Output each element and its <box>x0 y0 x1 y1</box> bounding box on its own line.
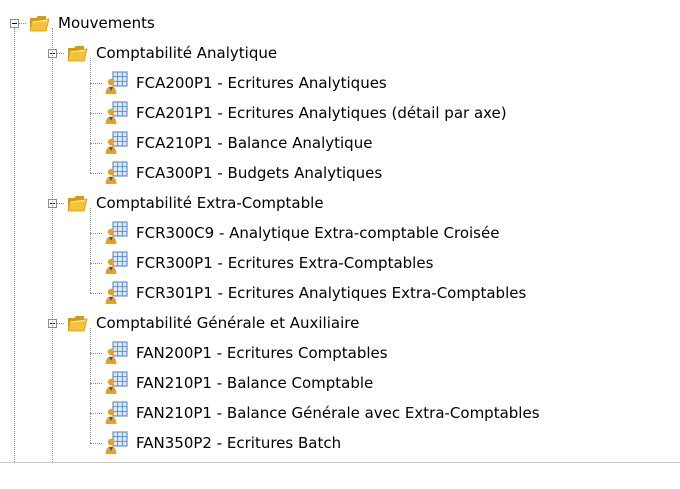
tree-connector <box>90 263 102 264</box>
tree-node-item[interactable]: FAN200P1 - Ecritures Comptables <box>104 338 390 368</box>
tree-connector <box>90 173 102 174</box>
tree-connector <box>90 83 102 84</box>
node-label: FCR300C9 - Analytique Extra-comptable Cr… <box>136 224 500 242</box>
report-icon <box>104 400 128 426</box>
tree-connector <box>90 328 91 443</box>
tree-connector <box>90 208 91 293</box>
node-label: Comptabilité Générale et Auxiliaire <box>96 314 360 332</box>
tree-node-group[interactable]: Comptabilité Générale et Auxiliaire <box>66 308 361 338</box>
folder-open-icon <box>28 12 50 34</box>
node-label: Comptabilité Extra-Comptable <box>96 194 324 212</box>
tree-node-group[interactable]: Comptabilité Analytique <box>66 38 279 68</box>
tree-node-root[interactable]: Mouvements <box>28 8 157 38</box>
report-icon <box>104 70 128 96</box>
tree-node-item[interactable]: FCA201P1 - Ecritures Analytiques (détail… <box>104 98 509 128</box>
tree-connector <box>90 383 102 384</box>
tree-node-item[interactable]: FCA300P1 - Budgets Analytiques <box>104 158 384 188</box>
report-icon <box>104 340 128 366</box>
report-icon <box>104 220 128 246</box>
node-label: FCA300P1 - Budgets Analytiques <box>136 164 383 182</box>
tree-connector <box>90 233 102 234</box>
tree-connector <box>14 28 15 462</box>
report-icon <box>104 160 128 186</box>
tree-connector <box>90 143 102 144</box>
tree-connector <box>90 58 91 173</box>
report-icon <box>104 370 128 396</box>
tree-node-item[interactable]: FAN350P2 - Ecritures Batch <box>104 428 343 458</box>
node-label: FAN210P1 - Balance Générale avec Extra-C… <box>136 404 540 422</box>
tree-view: Mouvements Comptabilité Analytique FCA200P… <box>0 0 680 489</box>
tree-connector <box>90 293 102 294</box>
tree-bottom-border <box>0 462 680 463</box>
tree-node-group[interactable]: Comptabilité Extra-Comptable <box>66 188 326 218</box>
folder-open-icon <box>66 312 88 334</box>
tree-node-item[interactable]: FAN210P1 - Balance Comptable <box>104 368 375 398</box>
tree-connector <box>90 113 102 114</box>
folder-open-icon <box>66 192 88 214</box>
collapse-toggle[interactable] <box>10 19 19 28</box>
report-icon <box>104 100 128 126</box>
tree-node-item[interactable]: FCR301P1 - Ecritures Analytiques Extra-C… <box>104 278 528 308</box>
tree-node-item[interactable]: FAN210P1 - Balance Générale avec Extra-C… <box>104 398 542 428</box>
node-label: Mouvements <box>58 14 155 32</box>
tree-node-item[interactable]: FCA210P1 - Balance Analytique <box>104 128 374 158</box>
tree-connector <box>90 353 102 354</box>
tree-node-item[interactable]: FCA200P1 - Ecritures Analytiques <box>104 68 389 98</box>
folder-open-icon <box>66 42 88 64</box>
tree-node-item[interactable]: FCR300P1 - Ecritures Extra-Comptables <box>104 248 435 278</box>
tree-node-item[interactable]: FCR300C9 - Analytique Extra-comptable Cr… <box>104 218 501 248</box>
tree-connector <box>90 413 102 414</box>
node-label: FCA201P1 - Ecritures Analytiques (détail… <box>136 104 507 122</box>
node-label: FAN350P2 - Ecritures Batch <box>136 434 342 452</box>
node-label: FCR301P1 - Ecritures Analytiques Extra-C… <box>136 284 527 302</box>
tree-connector <box>90 443 102 444</box>
report-icon <box>104 280 128 306</box>
node-label: FCA200P1 - Ecritures Analytiques <box>136 74 387 92</box>
tree-connector <box>52 28 53 462</box>
report-icon <box>104 130 128 156</box>
report-icon <box>104 430 128 456</box>
node-label: FCR300P1 - Ecritures Extra-Comptables <box>136 254 434 272</box>
node-label: FAN210P1 - Balance Comptable <box>136 374 374 392</box>
node-label: Comptabilité Analytique <box>96 44 278 62</box>
report-icon <box>104 250 128 276</box>
node-label: FCA210P1 - Balance Analytique <box>136 134 373 152</box>
node-label: FAN200P1 - Ecritures Comptables <box>136 344 388 362</box>
